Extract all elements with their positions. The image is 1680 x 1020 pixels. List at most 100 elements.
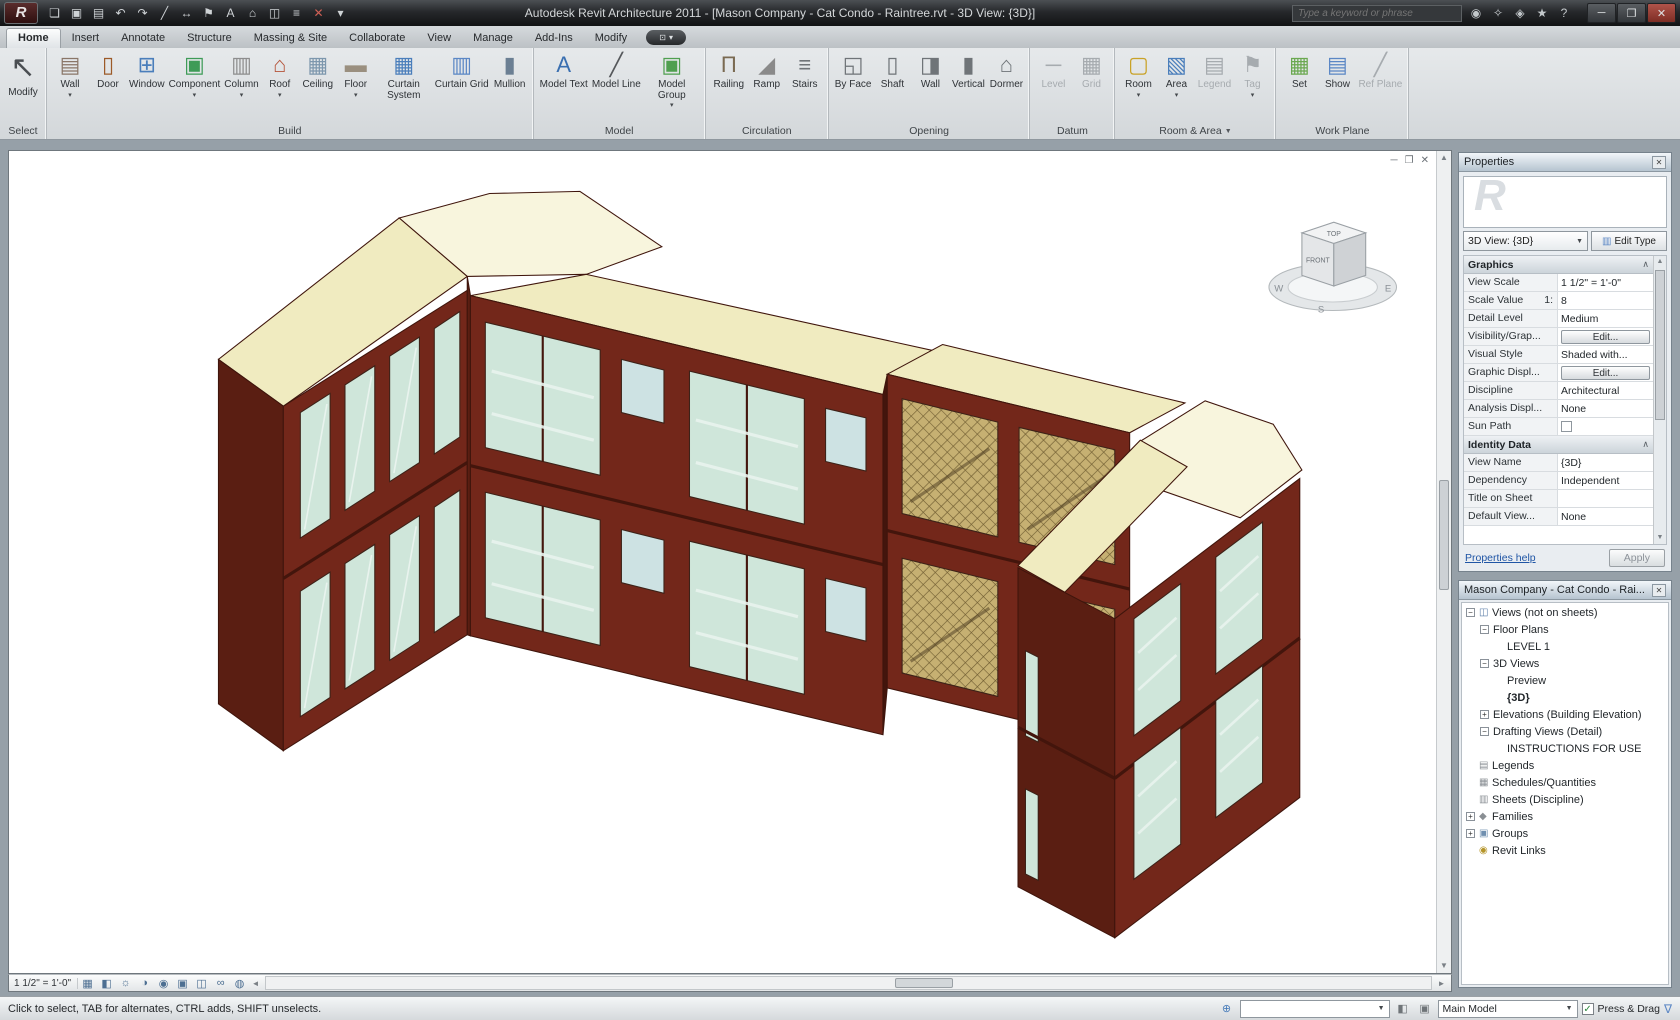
restore-button[interactable]: ❐ (1617, 3, 1646, 23)
tab-view[interactable]: View (416, 29, 462, 48)
project-browser-close-icon[interactable]: ✕ (1652, 584, 1666, 597)
property-value-cell[interactable]: {3D} (1558, 454, 1653, 471)
tree-item-schedules-quantities[interactable]: ▦Schedules/Quantities (1462, 774, 1668, 791)
search-go-icon[interactable]: ◉ (1467, 4, 1485, 22)
tab-add-ins[interactable]: Add-Ins (524, 29, 584, 48)
property-value-cell[interactable]: 8 (1558, 292, 1653, 309)
opening-vertical-button[interactable]: ▮Vertical (949, 50, 987, 91)
model-model-text-button[interactable]: AModel Text (538, 50, 590, 91)
build-floor-button[interactable]: ▬Floor▾ (337, 50, 375, 99)
crop-view-icon[interactable]: ▣ (173, 976, 192, 991)
tag-by-category-icon[interactable]: ⚑ (198, 3, 219, 23)
viewcube-south-label[interactable]: S (1318, 305, 1324, 316)
properties-scrollbar[interactable]: ▲ ▼ (1653, 256, 1666, 544)
tree-item-elevations-building-elevation[interactable]: +Elevations (Building Elevation) (1462, 706, 1668, 723)
properties-title-bar[interactable]: Properties ✕ (1459, 153, 1671, 172)
circulation-railing-button[interactable]: ΠRailing (710, 50, 748, 91)
scroll-right-arrow[interactable]: ► (1435, 979, 1448, 988)
work-plane-set-button[interactable]: ▦Set (1280, 50, 1318, 91)
expand-expander-icon[interactable]: + (1466, 829, 1475, 838)
property-value-cell[interactable] (1558, 418, 1653, 435)
sun-path-checkbox[interactable] (1561, 421, 1572, 432)
close-hidden-windows-icon[interactable]: ✕ (308, 3, 329, 23)
aligned-dimension-icon[interactable]: ↔ (176, 3, 197, 23)
drawing-area[interactable]: ─❐✕ (8, 150, 1452, 974)
viewcube[interactable]: W S E TOP FRONT (1269, 222, 1397, 315)
tab-massing-site[interactable]: Massing & Site (243, 29, 338, 48)
scroll-left-arrow[interactable]: ◄ (249, 979, 262, 988)
property-value-cell[interactable]: Shaded with... (1558, 346, 1653, 363)
visual-style-icon[interactable]: ◧ (97, 976, 116, 991)
build-wall-button[interactable]: ▤Wall▾ (51, 50, 89, 99)
close-button[interactable]: ✕ (1647, 3, 1676, 23)
tab-structure[interactable]: Structure (176, 29, 243, 48)
selection-filter-icon[interactable]: ∇ (1664, 1002, 1672, 1016)
type-selector-dropdown[interactable]: 3D View: {3D} ▼ (1463, 231, 1588, 251)
graphic-displ-edit-button[interactable]: Edit... (1561, 366, 1650, 380)
favorites-icon[interactable]: ★ (1533, 4, 1551, 22)
build-curtain-grid-button[interactable]: ▥Curtain Grid (433, 50, 491, 91)
build-curtain-system-button[interactable]: ▦Curtain System (375, 50, 433, 101)
collapse-expander-icon[interactable]: − (1466, 608, 1475, 617)
print-icon[interactable]: ▤ (88, 3, 109, 23)
design-options-dropdown[interactable]: Main Model ▼ (1438, 1000, 1578, 1018)
communication-center-icon[interactable]: ◈ (1511, 4, 1529, 22)
infocenter-search-input[interactable] (1292, 5, 1462, 22)
tree-item-views-not-on-sheets[interactable]: −◫Views (not on sheets) (1462, 604, 1668, 621)
subscription-center-icon[interactable]: ✧ (1489, 4, 1507, 22)
show-crop-region-icon[interactable]: ◫ (192, 976, 211, 991)
room-area-area-button[interactable]: ▧Area▾ (1157, 50, 1195, 99)
tree-item-floor-plans[interactable]: −Floor Plans (1462, 621, 1668, 638)
group-header-identity-data[interactable]: Identity Data∧ (1464, 436, 1653, 454)
visibility-grap-edit-button[interactable]: Edit... (1561, 330, 1650, 344)
collapse-expander-icon[interactable]: − (1480, 625, 1489, 634)
editable-only-icon[interactable]: ◧ (1394, 1001, 1412, 1017)
customize-qat-icon[interactable]: ▾ (330, 3, 351, 23)
group-header-graphics[interactable]: Graphics∧ (1464, 256, 1653, 274)
project-browser-title-bar[interactable]: Mason Company - Cat Condo - Rai... ✕ (1459, 581, 1671, 600)
tree-item-groups[interactable]: +▣Groups (1462, 825, 1668, 842)
property-value-cell[interactable]: None (1558, 508, 1653, 525)
redo-icon[interactable]: ↷ (132, 3, 153, 23)
tree-item-families[interactable]: +◆Families (1462, 808, 1668, 825)
horizontal-scroll-thumb[interactable] (895, 978, 953, 988)
scroll-up-arrow[interactable]: ▲ (1437, 151, 1451, 165)
save-icon[interactable]: ▣ (66, 3, 87, 23)
vertical-scroll-thumb[interactable] (1439, 480, 1449, 590)
view-minimize-button[interactable]: ─ (1391, 155, 1398, 166)
design-options-icon[interactable]: ▣ (1416, 1001, 1434, 1017)
properties-close-icon[interactable]: ✕ (1652, 156, 1666, 169)
tree-item-level-1[interactable]: LEVEL 1 (1462, 638, 1668, 655)
build-window-button[interactable]: ⊞Window (127, 50, 167, 91)
minimize-button[interactable]: ─ (1587, 3, 1616, 23)
build-component-button[interactable]: ▣Component▾ (167, 50, 223, 99)
edit-type-button[interactable]: ▥ Edit Type (1591, 231, 1667, 251)
tree-item-instructions-for-use[interactable]: INSTRUCTIONS FOR USE (1462, 740, 1668, 757)
properties-scroll-thumb[interactable] (1655, 270, 1665, 420)
opening-shaft-button[interactable]: ▯Shaft (873, 50, 911, 91)
reveal-hidden-elements-icon[interactable]: ◍ (230, 976, 249, 991)
collapse-expander-icon[interactable]: − (1480, 659, 1489, 668)
default-3d-view-icon[interactable]: ⌂ (242, 3, 263, 23)
build-roof-button[interactable]: ⌂Roof▾ (261, 50, 299, 99)
collapse-expander-icon[interactable]: − (1480, 727, 1489, 736)
opening-wall-button[interactable]: ◨Wall (911, 50, 949, 91)
ribbon-state-toggle-button[interactable]: ⊡▾ (646, 30, 686, 45)
application-menu-button[interactable]: R (4, 2, 38, 24)
worksets-dropdown[interactable]: ▼ (1240, 1000, 1390, 1018)
tab-insert[interactable]: Insert (61, 29, 111, 48)
horizontal-scrollbar[interactable] (265, 976, 1432, 990)
build-mullion-button[interactable]: ▮Mullion (491, 50, 529, 91)
temporary-hide-isolate-icon[interactable]: ∞ (211, 976, 230, 991)
select-modify-button[interactable]: ↖Modify (4, 50, 42, 99)
view-close-button[interactable]: ✕ (1421, 155, 1429, 166)
sun-path-icon[interactable]: ☼ (116, 976, 135, 991)
expand-expander-icon[interactable]: + (1480, 710, 1489, 719)
section-icon[interactable]: ◫ (264, 3, 285, 23)
tree-item-preview[interactable]: Preview (1462, 672, 1668, 689)
model-model-line-button[interactable]: ╱Model Line (590, 50, 643, 91)
properties-scroll-down-icon[interactable]: ▼ (1654, 532, 1666, 544)
thin-lines-icon[interactable]: ≡ (286, 3, 307, 23)
open-icon[interactable]: ❏ (44, 3, 65, 23)
viewcube-east-label[interactable]: E (1385, 283, 1391, 294)
